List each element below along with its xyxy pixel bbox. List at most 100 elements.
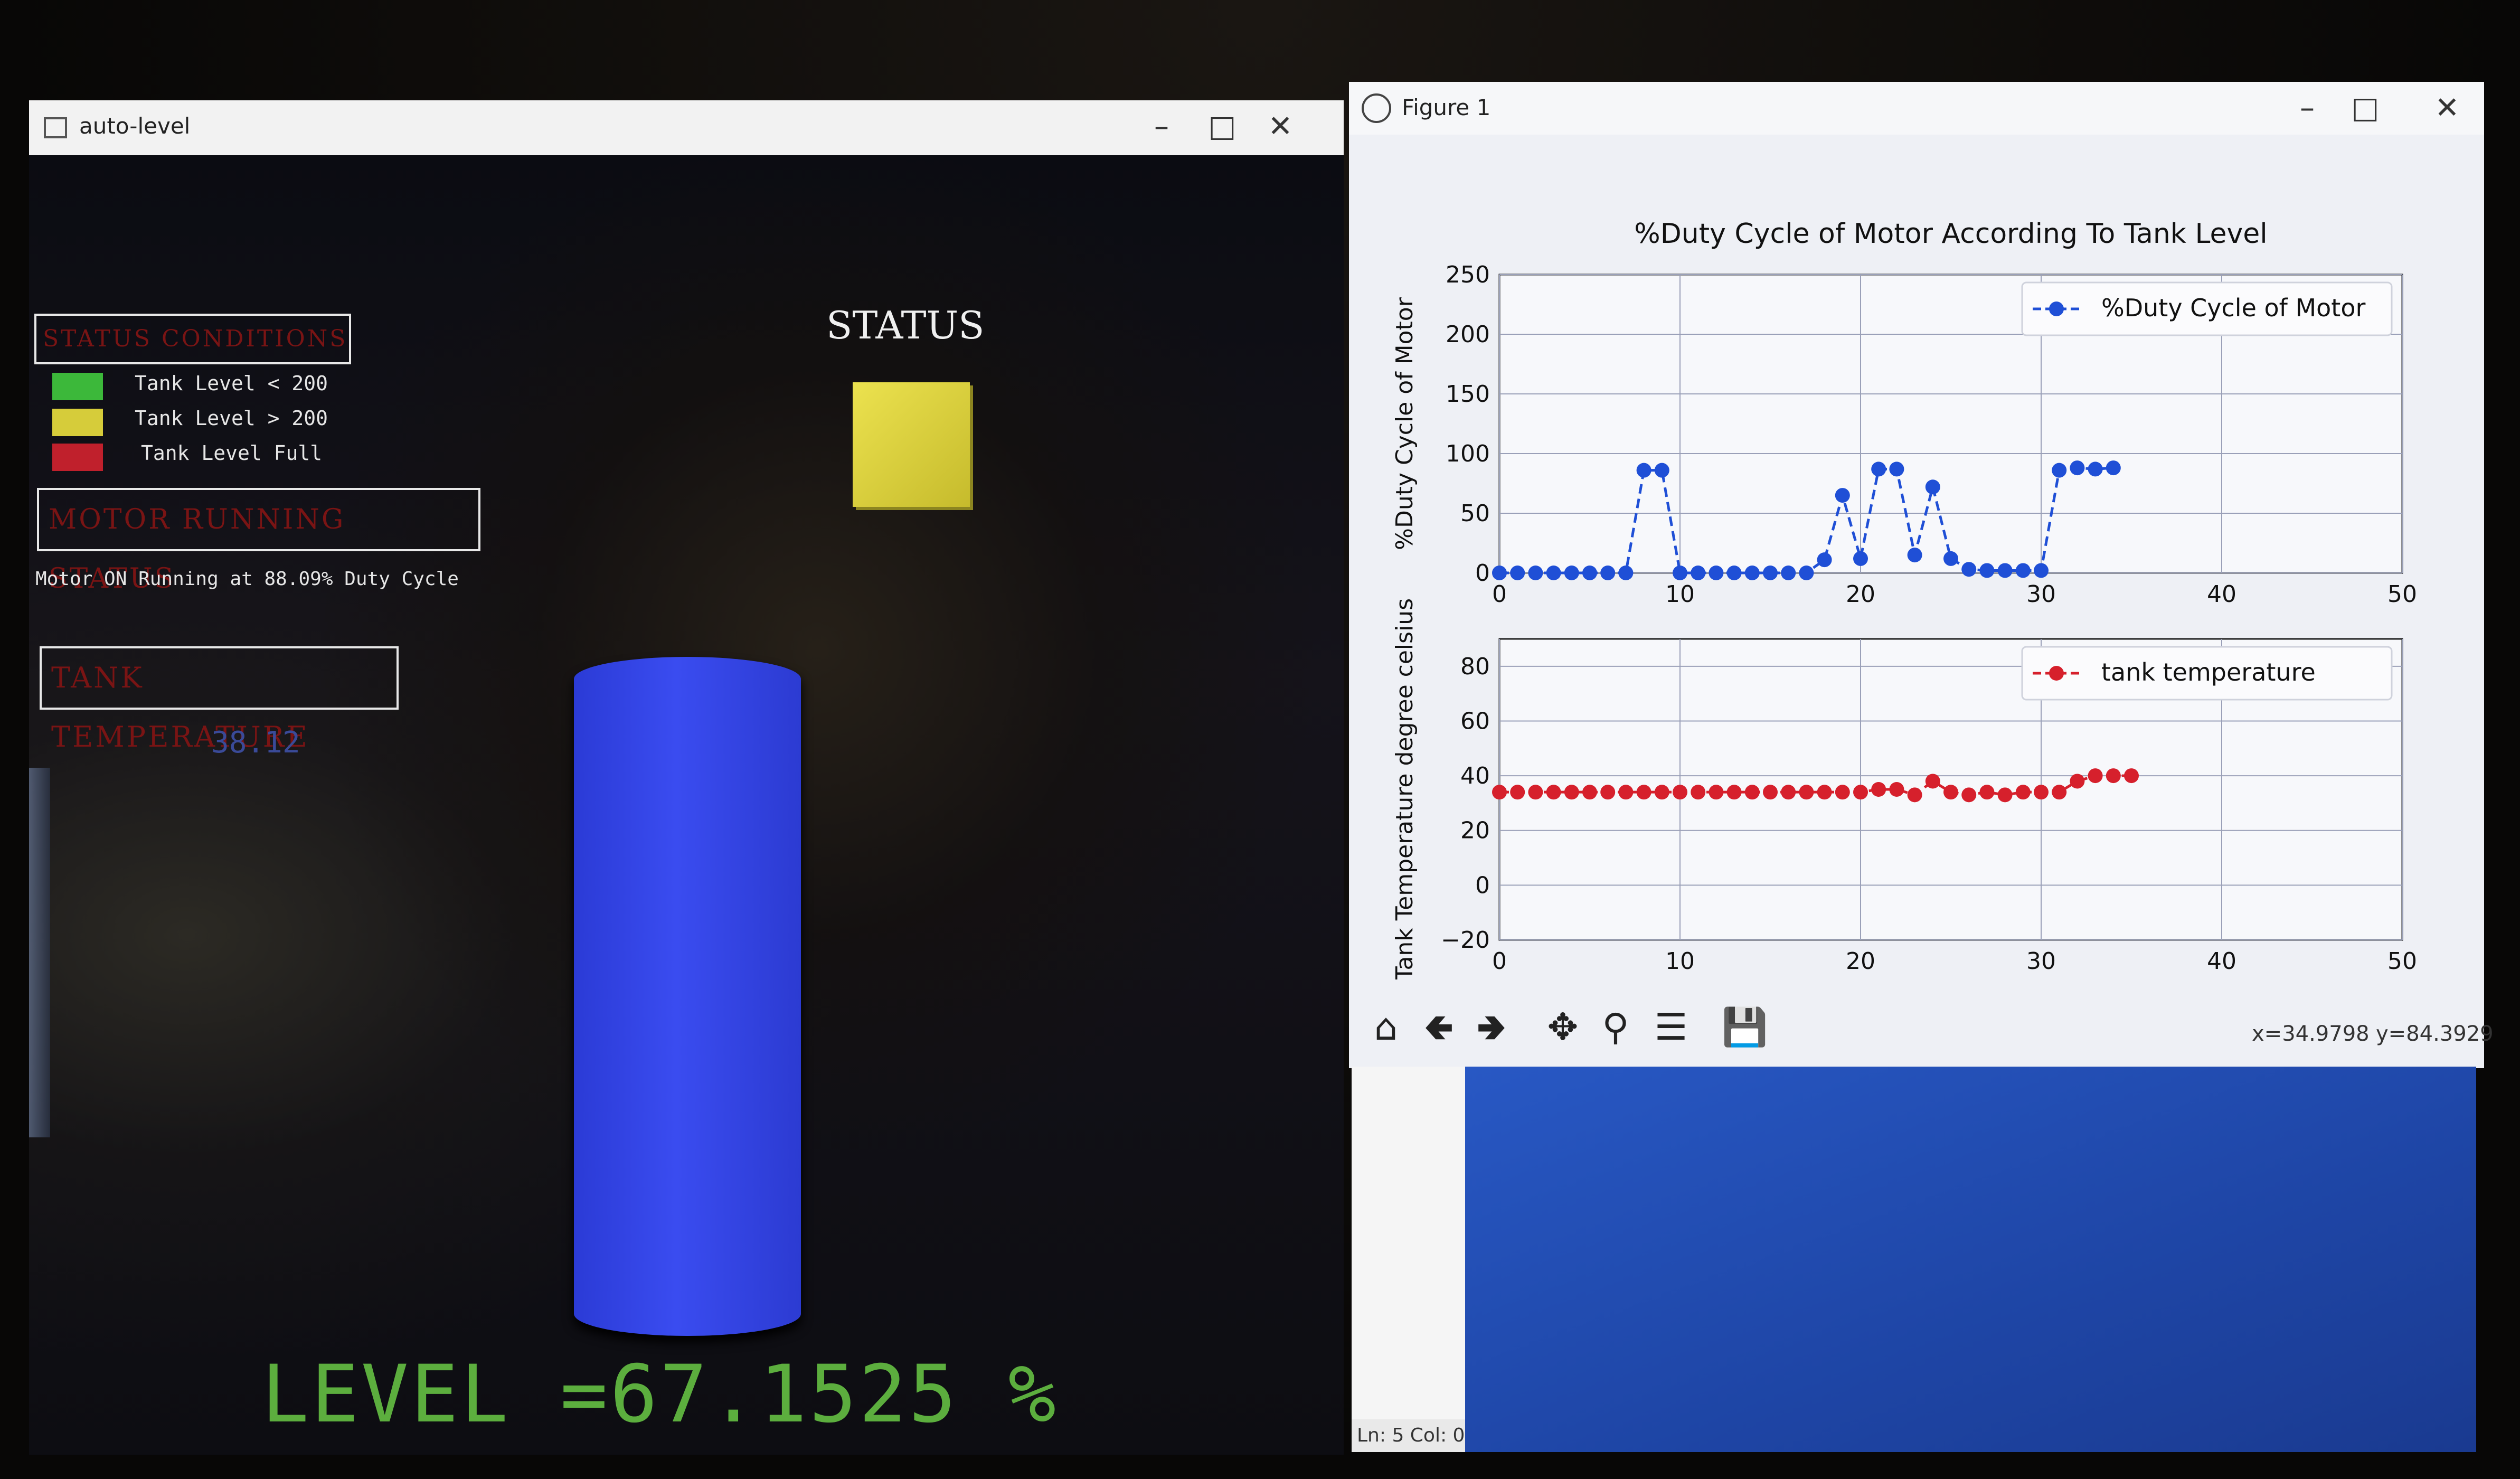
data-point [1781, 785, 1796, 800]
x-tick-label: 0 [1492, 948, 1507, 975]
y-axis-label: %Duty Cycle of Motor [1391, 297, 1418, 550]
plot-canvas[interactable]: 0 10 20 30 40 50 0 50 100 150 200 250 %Duty Cycle of… [1349, 135, 2484, 985]
back-arrow-icon[interactable]: 🢀 [1412, 1001, 1465, 1053]
x-tick-label: 20 [1846, 581, 1875, 608]
data-point [1528, 785, 1543, 800]
minimize-button[interactable]: – [1138, 106, 1185, 148]
x-tick-label: 40 [2207, 948, 2236, 975]
data-point [2015, 785, 2031, 800]
figure-window: Figure 1 – □ ✕ 0 10 20 30 40 50 0 50 100 150 200 25… [1349, 82, 2494, 1068]
tank-level-cylinder [574, 657, 801, 1336]
auto-level-titlebar[interactable]: auto-level – □ ✕ [29, 100, 1344, 155]
data-point [1817, 785, 1832, 800]
x-tick-label: 40 [2207, 581, 2236, 608]
motor-running-status-title: MOTOR RUNNING STATUS [37, 488, 480, 595]
x-tick-label: 20 [1846, 948, 1875, 975]
data-point [1600, 785, 1616, 800]
data-point [1763, 785, 1778, 800]
window-title: auto-level [79, 113, 191, 139]
data-point [1943, 785, 1958, 800]
data-point [2106, 768, 2121, 784]
x-tick-label: 0 [1492, 581, 1507, 608]
data-point [2015, 563, 2031, 578]
tank-temperature-value: 38.12 [211, 726, 300, 760]
y-tick-label: 50 [1460, 500, 1490, 527]
x-tick-label: 10 [1665, 948, 1695, 975]
data-point [1709, 566, 1724, 580]
data-point [1582, 566, 1597, 580]
data-point [2034, 785, 2049, 800]
data-point [1618, 566, 1634, 580]
y-tick-label: 60 [1460, 708, 1490, 734]
x-tick-label: 50 [2387, 581, 2417, 608]
figure-titlebar[interactable]: Figure 1 – □ ✕ [1349, 82, 2484, 135]
cursor-x-readout: x=34.9798 [2252, 1022, 2370, 1046]
data-point [1961, 787, 1977, 803]
data-point [1600, 566, 1616, 580]
editor-window: Ln: 5 Col: 0 [1352, 1067, 2476, 1452]
status-conditions-title: STATUS CONDITIONS [34, 314, 351, 364]
data-point [2106, 460, 2121, 476]
data-point [2088, 768, 2103, 784]
x-tick-label: 50 [2387, 948, 2417, 975]
data-point [1654, 463, 1669, 478]
desktop-background [1465, 1067, 2476, 1452]
legend-label: Tank Level > 200 [135, 407, 328, 430]
data-point [1799, 566, 1814, 580]
editor-pane[interactable] [1352, 1067, 1465, 1452]
y-tick-label: 0 [1475, 560, 1490, 587]
data-point [2124, 768, 2139, 784]
data-point [1835, 785, 1850, 800]
forward-arrow-icon[interactable]: 🢂 [1465, 1001, 1518, 1053]
figure-charts-svg: 0 10 20 30 40 50050100150200250%Duty Cycle of… [1391, 218, 2417, 981]
data-point [2052, 463, 2067, 478]
data-point [1853, 785, 1868, 800]
data-point [1889, 782, 1904, 797]
data-point [1943, 551, 1958, 566]
auto-level-window: auto-level – □ ✕ STATUS CONDITIONS Tank … [29, 100, 1344, 1455]
data-point [1763, 566, 1778, 580]
x-tick-label: 30 [2026, 581, 2056, 608]
legend-swatch-red [52, 444, 103, 471]
cursor-y-readout: y=84.3929 [2376, 1022, 2494, 1046]
data-point [2070, 774, 2085, 789]
y-tick-label: −20 [1441, 927, 1490, 954]
y-tick-label: 40 [1460, 762, 1490, 789]
maximize-button[interactable]: □ [2342, 87, 2389, 129]
motor-status-text: Motor ON Running at 88.09% Duty Cycle [35, 568, 459, 590]
data-point [1673, 785, 1687, 800]
data-point [1510, 566, 1525, 580]
matplotlib-logo-icon [1362, 93, 1391, 123]
save-icon[interactable]: 💾 [1719, 1001, 1771, 1053]
data-point [1744, 785, 1760, 800]
pan-icon[interactable]: ✥ [1536, 1001, 1589, 1053]
data-point [1871, 782, 1886, 797]
y-tick-label: 100 [1446, 440, 1490, 467]
data-point [1492, 566, 1507, 580]
navigation-toolbar: ⌂ 🢀 🢂 ✥ ⚲ ☰ 💾 x=34.9798 y=84.3929 [1349, 979, 2494, 1068]
home-icon[interactable]: ⌂ [1360, 1001, 1412, 1053]
legend-label: %Duty Cycle of Motor [2101, 294, 2365, 322]
legend-marker [2049, 302, 2064, 316]
close-button[interactable]: ✕ [2423, 87, 2471, 129]
data-point [1636, 463, 1651, 478]
camera-view: STATUS CONDITIONS Tank Level < 200 Tank … [29, 155, 1344, 1455]
y-tick-label: 0 [1475, 872, 1490, 899]
x-tick-label: 10 [1665, 581, 1695, 608]
data-point [1907, 787, 1922, 803]
configure-subplots-icon[interactable]: ☰ [1645, 1001, 1697, 1053]
maximize-button[interactable]: □ [1198, 106, 1246, 148]
data-point [1799, 785, 1814, 800]
data-point [1781, 566, 1796, 580]
zoom-icon[interactable]: ⚲ [1589, 1001, 1642, 1053]
y-tick-label: 150 [1446, 381, 1490, 408]
status-title: STATUS [826, 303, 985, 347]
data-point [2052, 785, 2067, 800]
data-point [1618, 785, 1634, 800]
data-point [1691, 785, 1706, 800]
data-point [1835, 488, 1850, 503]
close-button[interactable]: ✕ [1257, 106, 1304, 148]
minimize-button[interactable]: – [2283, 87, 2331, 129]
data-point [1528, 566, 1543, 580]
legend-label: Tank Level < 200 [135, 372, 328, 395]
